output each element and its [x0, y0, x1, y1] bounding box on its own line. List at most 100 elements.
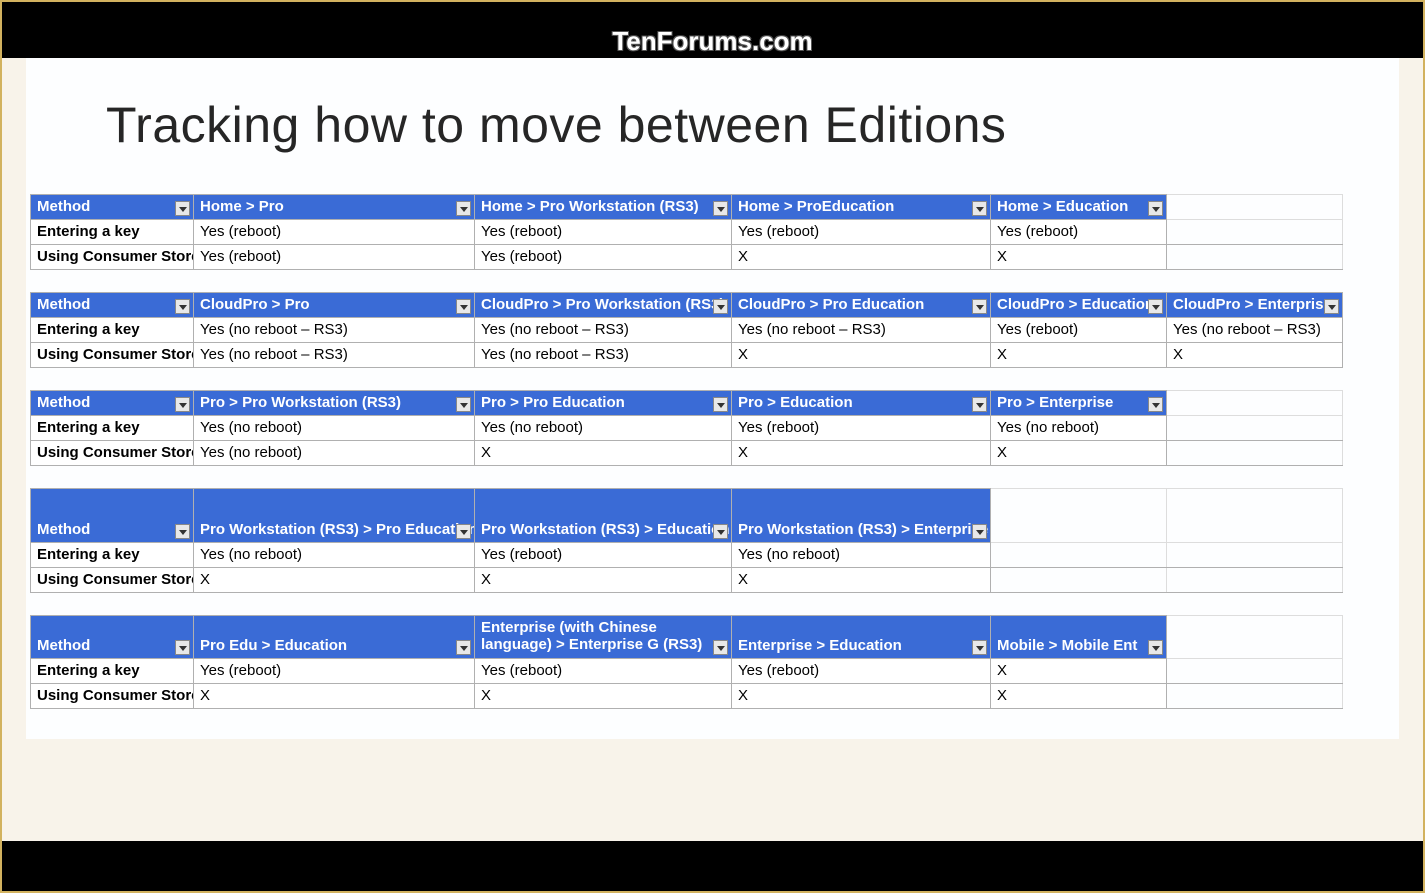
filter-dropdown-icon[interactable]: [1148, 201, 1163, 216]
table-row: Entering a keyYes (reboot)Yes (reboot)Ye…: [31, 658, 1343, 683]
cell: X: [475, 441, 732, 466]
row-method-label: Entering a key: [31, 318, 194, 343]
col-header[interactable]: Home > Pro: [194, 195, 475, 220]
cell: X: [732, 441, 991, 466]
row-method-label: Using Consumer Store: [31, 343, 194, 368]
col-header[interactable]: Pro Workstation (RS3) > Education: [475, 489, 732, 543]
cell: Yes (reboot): [732, 416, 991, 441]
filter-dropdown-icon[interactable]: [1148, 640, 1163, 655]
slide-sheet: Tracking how to move between Editions Me…: [26, 58, 1399, 739]
cell: X: [991, 683, 1167, 708]
row-method-label: Using Consumer Store: [31, 441, 194, 466]
col-header[interactable]: Home > ProEducation: [732, 195, 991, 220]
bottom-black-bar: [2, 841, 1423, 891]
col-header[interactable]: Pro Workstation (RS3) > Enterprise: [732, 489, 991, 543]
col-header[interactable]: CloudPro > Pro Education: [732, 293, 991, 318]
col-header[interactable]: CloudPro > Enterprise: [1167, 293, 1343, 318]
filter-dropdown-icon[interactable]: [713, 640, 728, 655]
cell: [1167, 245, 1343, 270]
col-header-method[interactable]: Method: [31, 616, 194, 659]
filter-dropdown-icon[interactable]: [175, 299, 190, 314]
cell: Yes (no reboot): [194, 441, 475, 466]
cell: X: [1167, 343, 1343, 368]
filter-dropdown-icon[interactable]: [972, 640, 987, 655]
col-header[interactable]: Pro > Education: [732, 391, 991, 416]
col-header[interactable]: Pro > Pro Education: [475, 391, 732, 416]
cell: Yes (no reboot – RS3): [194, 343, 475, 368]
filter-dropdown-icon[interactable]: [972, 299, 987, 314]
table-row: Using Consumer StoreYes (no reboot)XXX: [31, 441, 1343, 466]
cell: Yes (reboot): [991, 220, 1167, 245]
table-row: Entering a keyYes (no reboot – RS3)Yes (…: [31, 318, 1343, 343]
cell: X: [991, 343, 1167, 368]
col-header-method[interactable]: Method: [31, 489, 194, 543]
cell: Yes (reboot): [732, 658, 991, 683]
col-header[interactable]: Home > Education: [991, 195, 1167, 220]
cell: Yes (no reboot – RS3): [1167, 318, 1343, 343]
col-header[interactable]: Pro Workstation (RS3) > Pro Education: [194, 489, 475, 543]
col-header-method[interactable]: Method: [31, 293, 194, 318]
row-method-label: Using Consumer Store: [31, 568, 194, 593]
filter-dropdown-icon[interactable]: [713, 201, 728, 216]
cell: Yes (no reboot): [194, 416, 475, 441]
cell: Yes (no reboot): [475, 416, 732, 441]
filter-dropdown-icon[interactable]: [456, 397, 471, 412]
table-row: Using Consumer StoreYes (reboot)Yes (reb…: [31, 245, 1343, 270]
row-method-label: Entering a key: [31, 543, 194, 568]
filter-dropdown-icon[interactable]: [972, 201, 987, 216]
cell: Yes (reboot): [194, 245, 475, 270]
col-header[interactable]: Pro > Enterprise: [991, 391, 1167, 416]
col-header[interactable]: CloudPro > Pro Workstation (RS3): [475, 293, 732, 318]
col-header-method[interactable]: Method: [31, 195, 194, 220]
col-header-method[interactable]: Method: [31, 391, 194, 416]
filter-dropdown-icon[interactable]: [456, 201, 471, 216]
filter-dropdown-icon[interactable]: [1324, 299, 1339, 314]
cell: X: [991, 658, 1167, 683]
col-header[interactable]: Pro > Pro Workstation (RS3): [194, 391, 475, 416]
cell: Yes (no reboot – RS3): [194, 318, 475, 343]
filter-dropdown-icon[interactable]: [1148, 397, 1163, 412]
table-row: Using Consumer StoreYes (no reboot – RS3…: [31, 343, 1343, 368]
col-header[interactable]: Pro Edu > Education: [194, 616, 475, 659]
col-header[interactable]: Mobile > Mobile Ent: [991, 616, 1167, 659]
filter-dropdown-icon[interactable]: [713, 397, 728, 412]
col-header[interactable]: Enterprise > Education: [732, 616, 991, 659]
filter-dropdown-icon[interactable]: [456, 524, 471, 539]
edition-table-4: MethodPro Edu > EducationEnterprise (wit…: [30, 615, 1343, 709]
col-header: [991, 489, 1167, 543]
cell: X: [732, 568, 991, 593]
cell: Yes (reboot): [991, 318, 1167, 343]
cell: Yes (reboot): [194, 220, 475, 245]
cell: X: [194, 683, 475, 708]
filter-dropdown-icon[interactable]: [456, 640, 471, 655]
cell: Yes (no reboot): [732, 543, 991, 568]
filter-dropdown-icon[interactable]: [175, 201, 190, 216]
col-header: [1167, 616, 1343, 659]
filter-dropdown-icon[interactable]: [175, 397, 190, 412]
cell: [1167, 543, 1343, 568]
filter-dropdown-icon[interactable]: [456, 299, 471, 314]
tables-container: MethodHome > ProHome > Pro Workstation (…: [26, 194, 1399, 709]
col-header[interactable]: CloudPro > Pro: [194, 293, 475, 318]
cell: Yes (reboot): [732, 220, 991, 245]
table-row: Using Consumer StoreXXXX: [31, 683, 1343, 708]
filter-dropdown-icon[interactable]: [1148, 299, 1163, 314]
cell: X: [475, 568, 732, 593]
filter-dropdown-icon[interactable]: [175, 640, 190, 655]
cell: [991, 568, 1167, 593]
filter-dropdown-icon[interactable]: [175, 524, 190, 539]
filter-dropdown-icon[interactable]: [972, 524, 987, 539]
row-method-label: Using Consumer Store: [31, 683, 194, 708]
col-header[interactable]: CloudPro > Education: [991, 293, 1167, 318]
cell: Yes (reboot): [475, 543, 732, 568]
filter-dropdown-icon[interactable]: [713, 299, 728, 314]
cell: Yes (no reboot): [991, 416, 1167, 441]
col-header: [1167, 195, 1343, 220]
filter-dropdown-icon[interactable]: [972, 397, 987, 412]
col-header[interactable]: Enterprise (with Chinese language) > Ent…: [475, 616, 732, 659]
cell: Yes (reboot): [475, 658, 732, 683]
row-method-label: Entering a key: [31, 416, 194, 441]
col-header[interactable]: Home > Pro Workstation (RS3): [475, 195, 732, 220]
table-row: Entering a key Yes (no reboot)Yes (reboot…: [31, 543, 1343, 568]
filter-dropdown-icon[interactable]: [713, 524, 728, 539]
